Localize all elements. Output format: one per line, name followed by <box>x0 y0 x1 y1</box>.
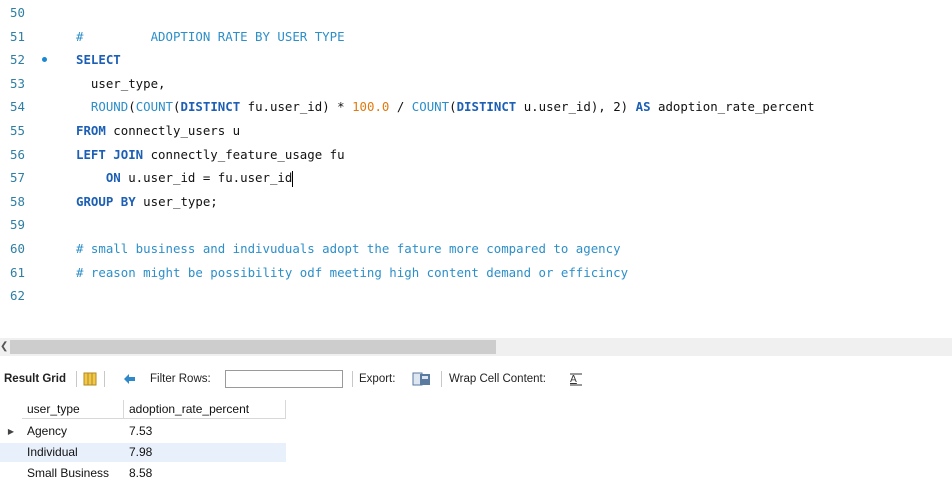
code-line[interactable]: 50 <box>0 1 952 24</box>
svg-text:A: A <box>570 374 577 385</box>
text-cursor <box>292 170 294 187</box>
code-line[interactable]: 56 LEFT JOIN connectly_feature_usage fu <box>0 143 952 166</box>
code-token: connectly_feature_usage fu <box>143 146 345 162</box>
cell-adoption-rate-percent[interactable]: 8.58 <box>124 464 286 483</box>
result-grid-tab[interactable]: Result Grid <box>4 366 66 392</box>
code-text: ON u.user_id = fu.user_id <box>76 166 294 189</box>
toolbar-divider <box>76 371 77 387</box>
code-text: user_type, <box>76 72 166 95</box>
code-line[interactable]: 54 ROUND(COUNT(DISTINCT fu.user_id) * 10… <box>0 95 952 118</box>
code-token: COUNT <box>135 99 174 115</box>
code-text: GROUP BY user_type; <box>76 190 218 213</box>
export-icon[interactable] <box>412 366 432 392</box>
cell-adoption-rate-percent[interactable]: 7.98 <box>124 443 286 462</box>
code-text: FROM connectly_users u <box>76 119 240 142</box>
code-token: DISTINCT <box>180 99 241 115</box>
cell-adoption-rate-percent[interactable]: 7.53 <box>124 422 286 441</box>
filter-rows-input[interactable] <box>225 370 343 388</box>
code-token: FROM <box>76 123 106 138</box>
line-number: 56 <box>10 146 25 162</box>
code-line[interactable]: 57 ON u.user_id = fu.user_id <box>0 166 952 189</box>
code-token: SELECT <box>76 52 121 68</box>
code-token: LEFT JOIN <box>76 146 144 162</box>
sql-editor[interactable]: 50 51 # ADOPTION RATE BY USER TYPE 52 SELECT… <box>0 0 952 338</box>
toolbar-divider <box>441 371 442 387</box>
table-row[interactable]: Small Business 8.58 <box>0 464 286 483</box>
line-number: 59 <box>10 217 25 233</box>
code-line[interactable]: 62 <box>0 284 952 307</box>
code-token: connectly_users u <box>105 123 241 138</box>
grid-layout-icon[interactable] <box>82 366 98 392</box>
line-number: 52 <box>10 52 25 68</box>
statement-marker-icon <box>42 57 47 63</box>
code-token: u.user_id), 2) <box>516 99 636 115</box>
code-token: / <box>389 99 412 115</box>
column-header-adoption-rate-percent[interactable]: adoption_rate_percent <box>124 400 286 419</box>
code-token: adoption_rate_percent <box>650 99 815 115</box>
line-number: 55 <box>10 123 25 138</box>
code-line[interactable]: 61 # reason might be possibility odf meet… <box>0 261 952 284</box>
code-line[interactable]: 53 user_type, <box>0 72 952 95</box>
cell-user-type[interactable]: Individual <box>22 443 124 462</box>
line-number: 58 <box>10 193 25 209</box>
table-row[interactable]: Individual 7.98 <box>0 443 286 462</box>
code-token: user_type; <box>135 193 218 209</box>
code-token: ( <box>128 99 136 115</box>
code-line[interactable]: 55 FROM connectly_users u <box>0 119 952 142</box>
code-token: COUNT <box>411 99 450 115</box>
code-token: ROUND <box>90 99 129 115</box>
line-number: 51 <box>10 28 25 44</box>
code-text: SELECT <box>76 48 121 71</box>
code-text: # ADOPTION RATE BY USER TYPE <box>76 25 345 48</box>
code-token: ( <box>449 99 457 115</box>
table-row[interactable]: ▶ Agency 7.53 <box>0 422 286 441</box>
code-line[interactable]: 59 <box>0 213 952 236</box>
cell-user-type[interactable]: Small Business <box>22 464 124 483</box>
wrap-cell-content-label: Wrap Cell Content: <box>449 373 546 385</box>
wrap-cell-content-icon[interactable]: A <box>569 366 583 392</box>
line-number: 60 <box>10 241 25 256</box>
column-header-user-type[interactable]: user_type <box>22 400 124 419</box>
code-text: ROUND(COUNT(DISTINCT fu.user_id) * 100.0… <box>76 95 815 118</box>
line-number: 57 <box>10 170 25 186</box>
code-token: # small business and indivuduals adopt t… <box>76 241 621 256</box>
filter-rows-label: Filter Rows: <box>150 373 211 385</box>
code-line[interactable]: 58 GROUP BY user_type; <box>0 190 952 213</box>
result-toolbar: Result Grid Filter Rows: Export: Wrap Ce… <box>0 366 952 392</box>
toolbar-divider <box>352 371 353 387</box>
cell-user-type[interactable]: Agency <box>22 422 124 441</box>
code-line[interactable]: 51 # ADOPTION RATE BY USER TYPE <box>0 25 952 48</box>
code-token: fu.user_id) * <box>240 99 353 115</box>
code-token: user_type, <box>76 75 166 91</box>
code-token: ON <box>105 170 121 186</box>
code-text: LEFT JOIN connectly_feature_usage fu <box>76 143 345 166</box>
code-line[interactable]: 60 # small business and indivuduals adopt… <box>0 237 952 260</box>
scroll-left-arrow-icon[interactable]: ❮ <box>0 340 10 354</box>
toolbar-divider <box>104 371 105 387</box>
line-number: 53 <box>10 75 25 91</box>
row-indicator-header <box>0 400 22 419</box>
code-token: # reason might be possibility odf meetin… <box>76 264 629 280</box>
code-token: u.user_id = fu.user_id <box>120 170 293 186</box>
code-text: # reason might be possibility odf meetin… <box>76 261 628 284</box>
code-token: DISTINCT <box>456 99 517 115</box>
code-token: 100.0 <box>352 99 390 115</box>
code-token: GROUP BY <box>76 193 136 209</box>
current-row-arrow-icon: ▶ <box>7 427 15 436</box>
result-grid[interactable]: user_type adoption_rate_percent ▶ Agency… <box>0 400 952 486</box>
line-number: 62 <box>10 288 25 304</box>
code-token: # ADOPTION RATE BY USER TYPE <box>76 28 345 44</box>
line-number: 61 <box>10 264 25 280</box>
horizontal-scrollbar[interactable]: ❮ <box>0 338 952 356</box>
code-line[interactable]: 52 SELECT <box>0 48 952 71</box>
export-label: Export: <box>359 373 396 385</box>
code-text: # small business and indivuduals adopt t… <box>76 237 621 260</box>
line-number: 50 <box>10 5 25 20</box>
scrollbar-thumb[interactable] <box>10 340 496 354</box>
code-token: AS <box>635 99 651 115</box>
refresh-icon[interactable] <box>121 366 139 392</box>
line-number: 54 <box>10 99 25 115</box>
